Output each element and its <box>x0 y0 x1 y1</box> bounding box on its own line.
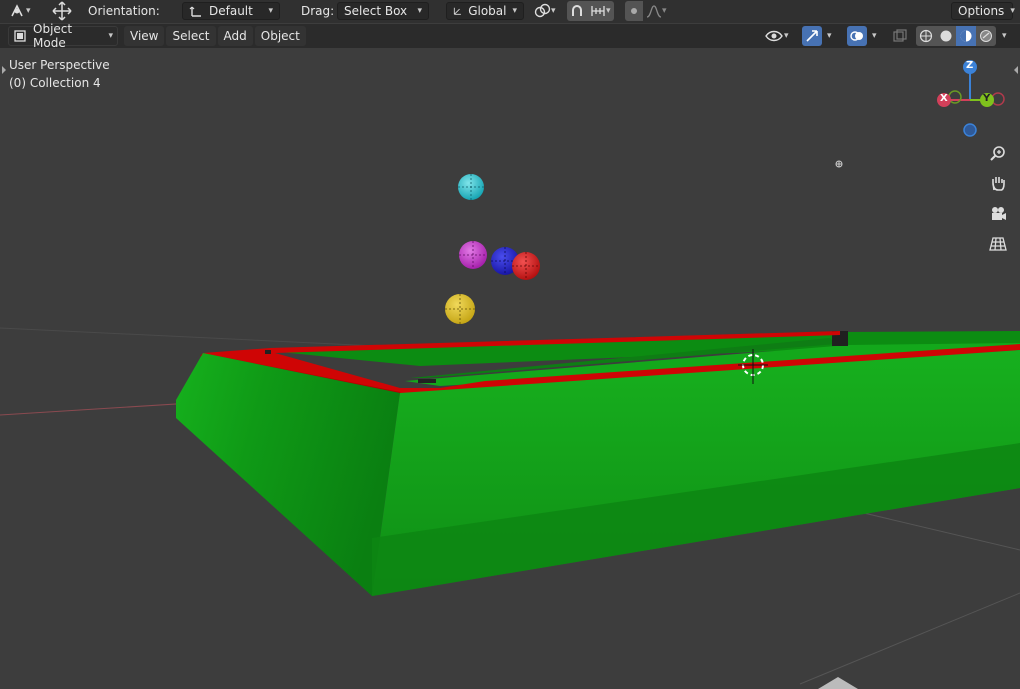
gizmo-controls: ▾ <box>802 26 832 46</box>
toolbar-toggle-arrow[interactable] <box>2 66 6 74</box>
chevron-down-icon: ▾ <box>26 6 31 16</box>
grid-line <box>799 592 1020 685</box>
snap-controls: ▾ <box>567 1 614 21</box>
zoom-button[interactable] <box>986 141 1010 165</box>
overlay-icon <box>850 31 863 41</box>
proportional-edit: ▾ <box>625 1 670 21</box>
cyan-ball[interactable] <box>458 174 484 200</box>
chevron-down-icon: ▾ <box>1010 6 1015 16</box>
chevron-down-icon: ▾ <box>551 6 556 16</box>
shading-material[interactable] <box>956 26 976 46</box>
menu-object[interactable]: Object <box>254 26 306 46</box>
wireframe-shading-icon <box>919 29 933 43</box>
viewport-scene <box>0 60 1020 689</box>
tool-settings-header: ▾ Orientation: Default ▾ Drag: Select Bo… <box>0 0 1020 23</box>
chevron-down-icon: ▾ <box>606 6 611 16</box>
camera-view-button[interactable] <box>986 202 1010 226</box>
drag-label: Drag: <box>301 1 334 21</box>
pan-button[interactable] <box>986 171 1010 195</box>
object-mode-icon <box>14 30 26 42</box>
chevron-down-icon: ▾ <box>784 31 789 41</box>
xray-icon <box>893 29 907 42</box>
shading-rendered[interactable] <box>976 26 996 46</box>
chevron-down-icon: ▾ <box>108 31 113 41</box>
chevron-down-icon: ▾ <box>268 6 273 16</box>
zoom-icon <box>990 146 1005 161</box>
material-shading-icon <box>960 30 972 42</box>
collection-label: (0) Collection 4 <box>9 76 101 90</box>
orientation-dropdown[interactable]: Default ▾ <box>182 1 280 21</box>
visibility-dropdown[interactable]: ▾ <box>764 26 789 46</box>
options-label: Options <box>958 4 1005 18</box>
perspective-label: User Perspective <box>9 58 110 72</box>
projection-toggle-button[interactable] <box>986 232 1010 256</box>
hand-pan-icon <box>992 177 1005 191</box>
orientation-value: Default <box>209 4 253 18</box>
falloff-dropdown[interactable]: ▾ <box>643 4 670 18</box>
tool-selector[interactable]: ▾ <box>8 1 31 21</box>
proportional-edit-toggle[interactable] <box>625 1 643 21</box>
gizmo-icon <box>806 30 818 42</box>
drag-label-text: Drag: <box>301 4 335 18</box>
yellow-ball[interactable] <box>445 294 475 324</box>
chevron-down-icon: ▾ <box>417 6 422 16</box>
overlay-controls: ▾ <box>847 26 877 46</box>
sidebar-toggle-arrow[interactable] <box>818 677 858 689</box>
move-icon <box>52 1 72 21</box>
chevron-down-icon: ▾ <box>512 6 517 16</box>
drag-value: Select Box <box>344 4 408 18</box>
chevron-down-icon: ▾ <box>662 6 667 16</box>
visibility-icon <box>765 30 783 42</box>
3d-viewport[interactable]: Z X Y User Perspective (0) Collection 4 <box>0 48 1020 689</box>
transform-orientation-dropdown[interactable]: Global ▾ <box>446 1 524 21</box>
gizmo-y-label: Y <box>983 93 991 104</box>
orientation-label-text: Orientation: <box>88 4 160 18</box>
shading-dropdown[interactable]: ▾ <box>1002 31 1007 41</box>
menu-view[interactable]: View <box>124 26 165 46</box>
pivot-icon <box>453 7 461 15</box>
red-ball[interactable] <box>512 252 540 280</box>
grid-line <box>0 327 421 349</box>
solid-shading-icon <box>940 30 952 42</box>
orientation-label: Orientation: <box>88 1 160 21</box>
proportional-edit-icon <box>631 8 637 14</box>
menu-select[interactable]: Select <box>166 26 216 46</box>
pivot-point-icon <box>534 3 551 18</box>
rendered-shading-icon <box>980 30 992 42</box>
shading-mode-group: ▾ <box>916 26 1007 46</box>
camera-icon <box>992 207 1006 220</box>
gizmo-dropdown[interactable]: ▾ <box>827 31 832 41</box>
gizmo-x-label: X <box>940 93 948 104</box>
drag-dropdown[interactable]: Select Box ▾ <box>337 1 429 21</box>
transform-orientation-value: Global <box>468 4 507 18</box>
snap-icon <box>572 5 582 16</box>
light-object-icon[interactable] <box>835 160 843 168</box>
menu-add[interactable]: Add <box>217 26 253 46</box>
snap-target-dropdown[interactable]: ▾ <box>587 4 614 18</box>
gizmo-toggle[interactable] <box>802 26 822 46</box>
pivot-point-dropdown[interactable]: ▾ <box>533 1 556 21</box>
snap-toggle[interactable] <box>567 1 587 21</box>
magenta-ball[interactable] <box>459 241 487 269</box>
mode-dropdown[interactable]: Object Mode ▾ <box>8 22 118 50</box>
overlay-toggle[interactable] <box>847 26 867 46</box>
select-tool-icon <box>11 4 23 17</box>
sidebar-toggle-right-arrow[interactable] <box>1014 66 1018 74</box>
viewport-menus: View Select Add Object <box>124 26 306 46</box>
shading-wireframe[interactable] <box>916 26 936 46</box>
xray-toggle[interactable] <box>892 26 908 46</box>
grid-view-icon <box>989 237 1007 251</box>
options-dropdown[interactable]: Options ▾ <box>951 1 1015 21</box>
move-tool[interactable] <box>50 1 74 21</box>
overlay-dropdown[interactable]: ▾ <box>872 31 877 41</box>
gizmo-z-label: Z <box>966 60 974 71</box>
transform-orientation-icon <box>189 6 201 17</box>
viewport-header: Object Mode ▾ View Select Add Object ▾ ▾ <box>0 22 1020 50</box>
snap-increment-icon <box>591 6 605 16</box>
falloff-curve-icon <box>646 5 662 18</box>
mode-value: Object Mode <box>33 22 73 50</box>
shading-solid[interactable] <box>936 26 956 46</box>
pool-table[interactable] <box>176 331 1020 596</box>
